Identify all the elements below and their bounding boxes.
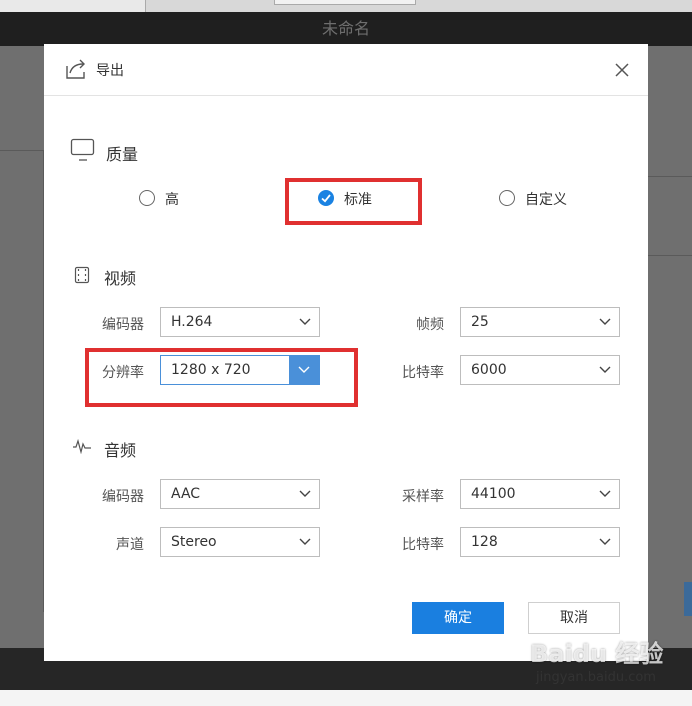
chevron-down-icon xyxy=(299,318,311,325)
quality-section-title: 质量 xyxy=(106,145,139,164)
select-value: 25 xyxy=(471,314,489,330)
select-value: 128 xyxy=(471,534,498,550)
audio-encoder-label: 编码器 xyxy=(102,489,144,505)
audio-channel-select[interactable]: Stereo xyxy=(160,527,320,557)
quality-option-label: 高 xyxy=(165,192,179,208)
quality-option-high[interactable]: 高 xyxy=(139,189,199,209)
chevron-down-icon xyxy=(599,490,611,497)
video-bitrate-label: 比特率 xyxy=(402,365,444,381)
quality-option-standard[interactable]: 标准 xyxy=(318,189,398,209)
checkmark-icon xyxy=(321,194,331,203)
quality-option-label: 自定义 xyxy=(525,192,567,208)
video-resolution-label: 分辨率 xyxy=(102,365,144,381)
export-icon xyxy=(66,59,85,79)
app-window-title: 未命名 xyxy=(0,12,692,46)
audio-bitrate-select[interactable]: 128 xyxy=(460,527,620,557)
select-value: 44100 xyxy=(471,486,516,502)
radio-unchecked-icon xyxy=(499,190,515,206)
video-encoder-select[interactable]: H.264 xyxy=(160,307,320,337)
select-value: 1280 x 720 xyxy=(171,362,251,378)
audio-encoder-select[interactable]: AAC xyxy=(160,479,320,509)
confirm-button[interactable]: 确定 xyxy=(412,602,504,634)
quality-option-label: 标准 xyxy=(344,192,372,208)
waveform-icon xyxy=(73,438,91,454)
cancel-button[interactable]: 取消 xyxy=(528,602,620,634)
video-bitrate-select[interactable]: 6000 xyxy=(460,355,620,385)
browser-tab[interactable] xyxy=(0,0,146,12)
select-value: AAC xyxy=(171,486,201,502)
video-resolution-select[interactable]: 1280 x 720 xyxy=(160,355,320,385)
audio-bitrate-label: 比特率 xyxy=(402,537,444,553)
app-left-panel xyxy=(0,150,44,612)
dropdown-button[interactable] xyxy=(289,356,319,384)
quality-option-custom[interactable]: 自定义 xyxy=(499,189,589,209)
app-right-button[interactable] xyxy=(684,582,692,616)
chevron-down-icon xyxy=(599,538,611,545)
video-section-title: 视频 xyxy=(104,269,137,288)
app-right-panel xyxy=(648,176,692,256)
select-value: Stereo xyxy=(171,534,217,550)
radio-checked-icon xyxy=(318,190,334,206)
video-fps-label: 帧频 xyxy=(416,317,444,333)
audio-section-title: 音频 xyxy=(104,441,137,460)
chevron-down-icon xyxy=(299,490,311,497)
select-value: H.264 xyxy=(171,314,213,330)
chevron-down-icon xyxy=(599,318,611,325)
close-icon[interactable] xyxy=(612,60,632,80)
audio-samplerate-label: 采样率 xyxy=(402,489,444,505)
film-icon xyxy=(74,266,90,284)
video-fps-select[interactable]: 25 xyxy=(460,307,620,337)
radio-unchecked-icon xyxy=(139,190,155,206)
audio-samplerate-select[interactable]: 44100 xyxy=(460,479,620,509)
audio-channel-label: 声道 xyxy=(116,537,144,553)
chevron-down-icon xyxy=(298,366,310,373)
browser-address-bar[interactable] xyxy=(274,0,416,5)
dialog-header: 导出 xyxy=(44,44,648,96)
page-footer xyxy=(0,690,692,706)
monitor-icon xyxy=(70,138,95,161)
dialog-title: 导出 xyxy=(96,63,124,79)
select-value: 6000 xyxy=(471,362,507,378)
export-dialog: 导出 质量 高 标准 自定义 视频 编码器 H.264 帧频 25 分辨率 12… xyxy=(44,44,648,661)
chevron-down-icon xyxy=(599,366,611,373)
chevron-down-icon xyxy=(299,538,311,545)
video-encoder-label: 编码器 xyxy=(102,317,144,333)
